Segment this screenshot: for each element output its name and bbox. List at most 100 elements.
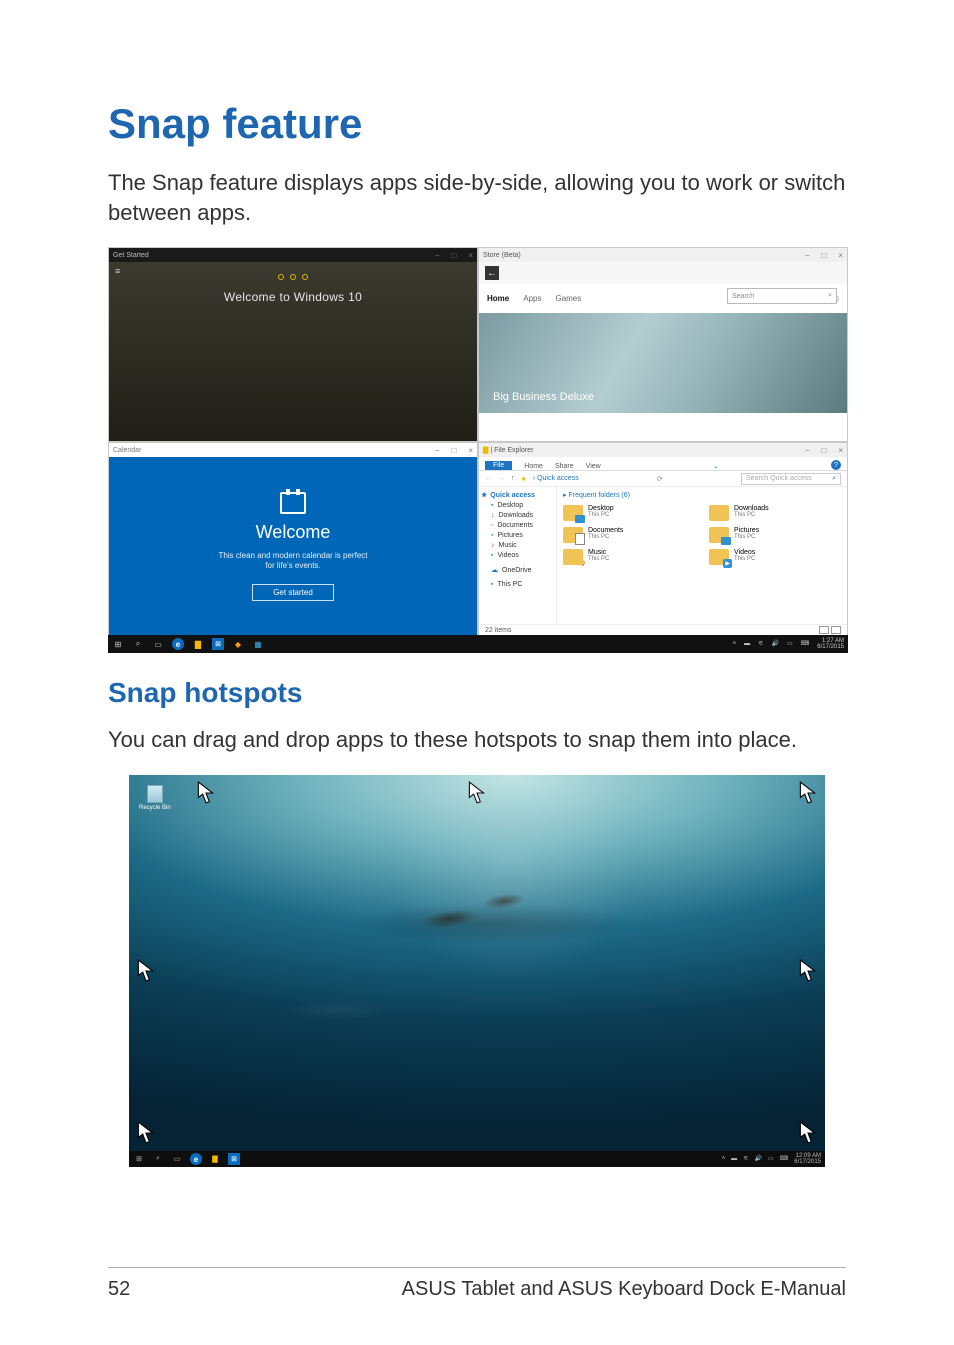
- hotspot-cursor-bottom-left: [137, 1121, 155, 1145]
- explorer-icon: ▇: [483, 446, 488, 454]
- folder-music[interactable]: MusicThis PC: [563, 549, 695, 565]
- search-icon[interactable]: ⌕: [152, 1153, 164, 1165]
- nav-music[interactable]: Music: [499, 542, 517, 549]
- window-controls[interactable]: − □ ×: [435, 446, 473, 455]
- search-icon[interactable]: ⌕: [132, 638, 144, 650]
- nav-pictures[interactable]: Pictures: [497, 532, 522, 539]
- maximize-icon[interactable]: □: [821, 251, 826, 260]
- minimize-icon[interactable]: −: [435, 251, 440, 260]
- clock[interactable]: 1:27 AM6/17/2015: [817, 638, 844, 650]
- store-hero[interactable]: Big Business Deluxe: [479, 313, 847, 413]
- tray-chevron-icon[interactable]: ˄: [722, 1156, 726, 1162]
- wifi-icon[interactable]: ⚟: [758, 641, 763, 647]
- get-started-button[interactable]: Get started: [252, 584, 334, 601]
- maximize-icon[interactable]: □: [451, 446, 456, 455]
- window-get-started: Get Started − □ × ≡ Welcome to Windows 1…: [108, 247, 478, 442]
- window-controls[interactable]: − □ ×: [435, 251, 473, 260]
- edge-icon[interactable]: e: [172, 638, 184, 650]
- folder-desktop[interactable]: DesktopThis PC: [563, 505, 695, 521]
- chevron-down-icon[interactable]: ⌄: [713, 462, 719, 470]
- volume-icon[interactable]: 🔊: [754, 1156, 761, 1162]
- nav-pane[interactable]: ★Quick access ▪Desktop ↓Downloads ▫Docum…: [479, 487, 557, 624]
- close-icon[interactable]: ×: [838, 446, 843, 455]
- task-view-icon[interactable]: ▭: [152, 638, 164, 650]
- battery-icon[interactable]: ▬: [731, 1156, 737, 1162]
- para-snap-feature: The Snap feature displays apps side-by-s…: [108, 168, 846, 227]
- maximize-icon[interactable]: □: [821, 446, 826, 455]
- section-frequent-folders[interactable]: ▸ Frequent folders (6): [563, 491, 841, 499]
- search-box[interactable]: Search ⌕: [727, 288, 837, 304]
- clock[interactable]: 12:09 AM6/17/2015: [794, 1153, 821, 1165]
- hamburger-icon[interactable]: ≡: [115, 266, 120, 276]
- nav-videos[interactable]: Videos: [497, 552, 518, 559]
- close-icon[interactable]: ×: [838, 251, 843, 260]
- keyboard-icon[interactable]: ⌨: [801, 641, 810, 647]
- nav-back-icon[interactable]: ←: [485, 475, 492, 482]
- search-box[interactable]: Search Quick access ⌕: [741, 473, 841, 485]
- folder-downloads[interactable]: DownloadsThis PC: [709, 505, 841, 521]
- start-icon[interactable]: ⊞: [133, 1153, 145, 1165]
- address-bar[interactable]: ← → ↑ ★ › Quick access ⟳ Search Quick ac…: [479, 471, 847, 487]
- page-footer: 52 ASUS Tablet and ASUS Keyboard Dock E-…: [108, 1267, 846, 1301]
- minimize-icon[interactable]: −: [805, 446, 810, 455]
- page-heading-snap-feature: Snap feature: [108, 100, 846, 148]
- store-icon[interactable]: ⊠: [228, 1153, 240, 1165]
- keyboard-icon[interactable]: ⌨: [780, 1156, 789, 1162]
- back-button[interactable]: ←: [485, 266, 499, 280]
- folder-pictures[interactable]: PicturesThis PC: [709, 527, 841, 543]
- view-toggle[interactable]: [817, 626, 841, 636]
- battery-icon[interactable]: ▬: [744, 641, 750, 647]
- tab-apps[interactable]: Apps: [523, 294, 541, 303]
- nav-onedrive[interactable]: OneDrive: [502, 567, 532, 574]
- window-controls[interactable]: − □ ×: [805, 251, 843, 260]
- help-icon[interactable]: ?: [831, 460, 841, 470]
- folder-videos[interactable]: VideosThis PC: [709, 549, 841, 565]
- store-icon[interactable]: ⊠: [212, 638, 224, 650]
- close-icon[interactable]: ×: [468, 251, 473, 260]
- tab-home[interactable]: Home: [487, 294, 509, 303]
- window-controls[interactable]: − □ ×: [805, 446, 843, 455]
- close-icon[interactable]: ×: [468, 446, 473, 455]
- tab-file[interactable]: File: [485, 461, 512, 470]
- recycle-bin[interactable]: Recycle Bin: [139, 785, 171, 811]
- music-icon: ♪: [491, 542, 495, 549]
- nav-quick-access[interactable]: Quick access: [490, 492, 535, 499]
- volume-icon[interactable]: 🔊: [771, 641, 778, 647]
- folder-documents[interactable]: DocumentsThis PC: [563, 527, 695, 543]
- download-icon: ↓: [491, 512, 495, 519]
- tab-share[interactable]: Share: [555, 463, 574, 470]
- tab-home[interactable]: Home: [524, 463, 543, 470]
- screenshot-snap-hotspots: Recycle Bin ⊞ ⌕ ▭ e ▇ ⊠ ˄ ▬ ⚟ 🔊 ▭ ⌨ 12:0…: [129, 775, 825, 1167]
- taskbar[interactable]: ⊞ ⌕ ▭ e ▇ ⊠ ◆ ▦ ˄ ▬ ⚟ 🔊 ▭ ⌨ 1:27 AM6/17/…: [108, 635, 848, 653]
- carousel-dots[interactable]: [278, 274, 308, 280]
- calendar-icon[interactable]: ▦: [252, 638, 264, 650]
- task-view-icon[interactable]: ▭: [171, 1153, 183, 1165]
- file-explorer-icon[interactable]: ▇: [209, 1153, 221, 1165]
- action-center-icon[interactable]: ▭: [768, 1156, 774, 1162]
- get-started-icon[interactable]: ◆: [232, 638, 244, 650]
- hotspot-cursor-top: [468, 781, 486, 805]
- tab-view[interactable]: View: [586, 463, 601, 470]
- action-center-icon[interactable]: ▭: [787, 641, 793, 647]
- nav-fwd-icon[interactable]: →: [498, 475, 505, 482]
- start-icon[interactable]: ⊞: [112, 638, 124, 650]
- nav-desktop[interactable]: Desktop: [497, 502, 523, 509]
- search-icon[interactable]: ⌕: [828, 292, 832, 300]
- welcome-windows10-text: Welcome to Windows 10: [224, 290, 362, 304]
- search-icon[interactable]: ⌕: [832, 475, 836, 483]
- edge-icon[interactable]: e: [190, 1153, 202, 1165]
- item-count: 22 items: [485, 627, 511, 634]
- nav-up-icon[interactable]: ↑: [511, 475, 515, 482]
- maximize-icon[interactable]: □: [451, 251, 456, 260]
- nav-thispc[interactable]: This PC: [497, 581, 522, 588]
- minimize-icon[interactable]: −: [435, 446, 440, 455]
- taskbar[interactable]: ⊞ ⌕ ▭ e ▇ ⊠ ˄ ▬ ⚟ 🔊 ▭ ⌨ 12:09 AM6/17/201…: [129, 1151, 825, 1167]
- tray-chevron-icon[interactable]: ˄: [733, 641, 737, 647]
- tab-games[interactable]: Games: [555, 294, 581, 303]
- wifi-icon[interactable]: ⚟: [743, 1156, 748, 1162]
- minimize-icon[interactable]: −: [805, 251, 810, 260]
- nav-documents[interactable]: Documents: [497, 522, 532, 529]
- nav-downloads[interactable]: Downloads: [499, 512, 534, 519]
- file-explorer-icon[interactable]: ▇: [192, 638, 204, 650]
- refresh-icon[interactable]: ⟳: [657, 475, 663, 483]
